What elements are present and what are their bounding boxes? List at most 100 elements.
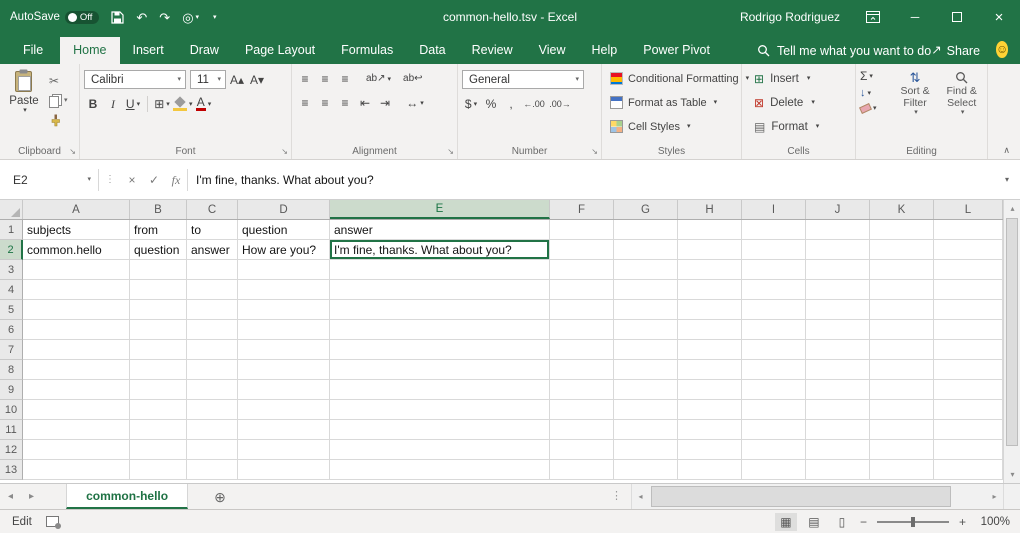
paste-button[interactable]: Paste ▾ <box>4 67 44 127</box>
ribbon-tab-page-layout[interactable]: Page Layout <box>232 37 328 64</box>
cell-F11[interactable] <box>550 420 614 440</box>
row-header-2[interactable]: 2 <box>0 240 23 260</box>
row-header-4[interactable]: 4 <box>0 280 23 300</box>
autosave-toggle[interactable]: AutoSave Off <box>10 11 99 24</box>
row-header-3[interactable]: 3 <box>0 260 23 280</box>
cell-A5[interactable] <box>23 300 130 320</box>
cell-A1[interactable]: subjects <box>23 220 130 240</box>
cell-L10[interactable] <box>934 400 1003 420</box>
cut-button[interactable]: ✂ <box>49 74 68 87</box>
cell-A10[interactable] <box>23 400 130 420</box>
bold-button[interactable]: B <box>84 95 102 113</box>
cell-L13[interactable] <box>934 460 1003 480</box>
cell-K2[interactable] <box>870 240 934 260</box>
column-header-D[interactable]: D <box>238 200 330 219</box>
scroll-down-button[interactable]: ▾ <box>1004 466 1020 483</box>
cell-D8[interactable] <box>238 360 330 380</box>
cell-B12[interactable] <box>130 440 187 460</box>
sheet-nav-right-button[interactable]: ▸ <box>21 484 42 509</box>
share-button[interactable]: ↗Share <box>931 37 980 64</box>
normal-view-button[interactable]: ▦ <box>775 513 797 531</box>
ribbon-tab-review[interactable]: Review <box>459 37 526 64</box>
zoom-in-button[interactable]: + <box>959 516 966 528</box>
font-name-combo[interactable]: Calibri▾ <box>84 70 186 89</box>
cell-J10[interactable] <box>806 400 870 420</box>
cell-H10[interactable] <box>678 400 742 420</box>
cell-H3[interactable] <box>678 260 742 280</box>
decrease-decimal-button[interactable]: .00→ <box>548 95 572 113</box>
wrap-text-button[interactable]: ab↩ <box>403 70 423 88</box>
column-header-F[interactable]: F <box>550 200 614 219</box>
row-header-9[interactable]: 9 <box>0 380 23 400</box>
cell-G13[interactable] <box>614 460 678 480</box>
sheet-tab-common-hello[interactable]: common-hello <box>66 484 188 509</box>
clipboard-dialog-launcher[interactable]: ↘ <box>69 148 76 156</box>
cell-C9[interactable] <box>187 380 238 400</box>
cell-C2[interactable]: answer <box>187 240 238 260</box>
tell-me-box[interactable]: Tell me what you want to do <box>757 37 931 64</box>
cell-I8[interactable] <box>742 360 806 380</box>
column-header-G[interactable]: G <box>614 200 678 219</box>
column-header-L[interactable]: L <box>934 200 1003 219</box>
cell-K6[interactable] <box>870 320 934 340</box>
touch-mouse-mode-button[interactable]: ◎▾ <box>182 11 199 24</box>
cell-E5[interactable] <box>330 300 550 320</box>
cell-G1[interactable] <box>614 220 678 240</box>
ribbon-display-options-button[interactable] <box>852 0 894 34</box>
cell-I13[interactable] <box>742 460 806 480</box>
column-header-E[interactable]: E <box>330 200 550 219</box>
cell-A6[interactable] <box>23 320 130 340</box>
cell-B10[interactable] <box>130 400 187 420</box>
cell-B9[interactable] <box>130 380 187 400</box>
alignment-dialog-launcher[interactable]: ↘ <box>447 148 454 156</box>
formula-bar-expand-button[interactable]: ▾ <box>994 176 1020 184</box>
horizontal-scroll-track[interactable] <box>649 484 986 509</box>
cell-J13[interactable] <box>806 460 870 480</box>
row-header-11[interactable]: 11 <box>0 420 23 440</box>
cell-I9[interactable] <box>742 380 806 400</box>
row-header-7[interactable]: 7 <box>0 340 23 360</box>
cell-L9[interactable] <box>934 380 1003 400</box>
increase-font-size-button[interactable]: A▴ <box>228 71 246 89</box>
fill-button[interactable]: ↓▾ <box>860 88 892 99</box>
cell-E3[interactable] <box>330 260 550 280</box>
cell-B2[interactable]: question <box>130 240 187 260</box>
ribbon-tab-view[interactable]: View <box>526 37 579 64</box>
cell-J11[interactable] <box>806 420 870 440</box>
cell-B1[interactable]: from <box>130 220 187 240</box>
cell-A11[interactable] <box>23 420 130 440</box>
cell-I1[interactable] <box>742 220 806 240</box>
cell-D11[interactable] <box>238 420 330 440</box>
cell-C5[interactable] <box>187 300 238 320</box>
cell-L5[interactable] <box>934 300 1003 320</box>
cell-H9[interactable] <box>678 380 742 400</box>
align-left-button[interactable]: ≡ <box>296 94 314 112</box>
cell-F12[interactable] <box>550 440 614 460</box>
clear-button[interactable]: ▾ <box>860 105 892 112</box>
cell-E9[interactable] <box>330 380 550 400</box>
cell-D13[interactable] <box>238 460 330 480</box>
formula-input[interactable]: I'm fine, thanks. What about you? <box>188 173 994 187</box>
increase-indent-button[interactable]: ⇥ <box>376 94 394 112</box>
cell-F3[interactable] <box>550 260 614 280</box>
redo-button[interactable]: ↷ <box>159 11 170 24</box>
cell-E7[interactable] <box>330 340 550 360</box>
cell-E13[interactable] <box>330 460 550 480</box>
page-break-view-button[interactable]: ▯ <box>831 513 853 531</box>
cell-L8[interactable] <box>934 360 1003 380</box>
cell-K12[interactable] <box>870 440 934 460</box>
increase-decimal-button[interactable]: ←.00 <box>522 95 546 113</box>
cell-K9[interactable] <box>870 380 934 400</box>
cell-E10[interactable] <box>330 400 550 420</box>
ribbon-tab-file[interactable]: File <box>6 37 60 64</box>
macro-record-button[interactable] <box>46 516 59 527</box>
cell-G6[interactable] <box>614 320 678 340</box>
cell-C13[interactable] <box>187 460 238 480</box>
cell-I5[interactable] <box>742 300 806 320</box>
cell-K5[interactable] <box>870 300 934 320</box>
cell-B8[interactable] <box>130 360 187 380</box>
align-center-button[interactable]: ≡ <box>316 94 334 112</box>
cell-F6[interactable] <box>550 320 614 340</box>
merge-center-button[interactable]: ↔▾ <box>406 94 424 112</box>
percent-style-button[interactable]: % <box>482 95 500 113</box>
